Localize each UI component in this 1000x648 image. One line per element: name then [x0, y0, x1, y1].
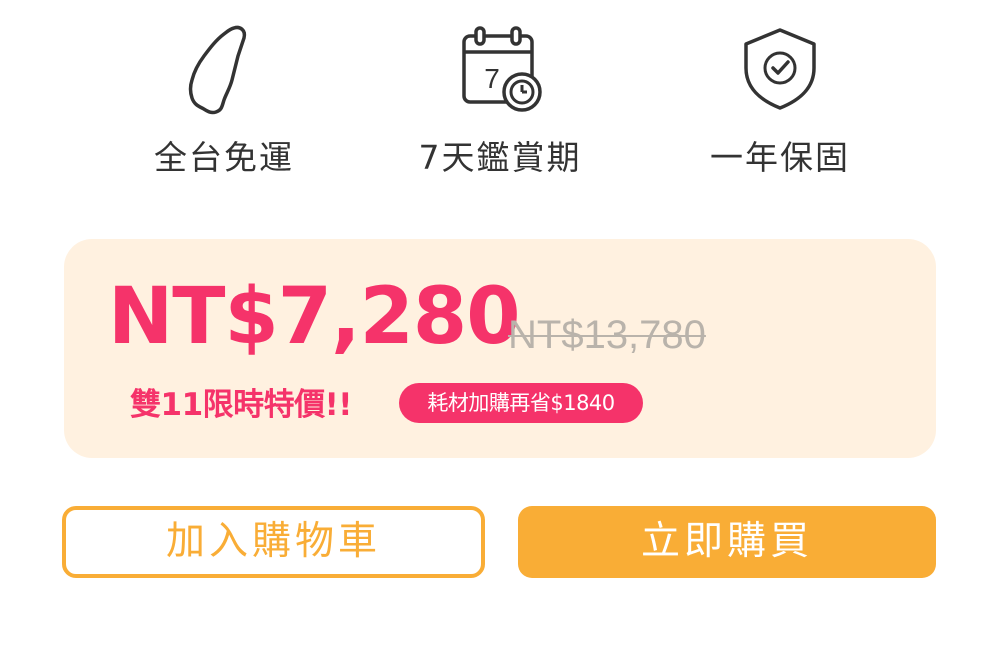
- feature-label: 一年保固: [710, 138, 850, 177]
- price-card: NT$7,280 NT$13,780 雙11限時特價!! 耗材加購再省$1840: [64, 239, 936, 458]
- promo-text: 雙11限時特價!!: [130, 387, 352, 423]
- buy-now-button[interactable]: 立即購買: [518, 506, 936, 578]
- feature-free-shipping: 全台免運: [104, 22, 344, 192]
- current-price: NT$7,280: [108, 272, 520, 362]
- product-purchase-panel: 全台免運 7 7天鑑賞期 一年保固 NT$7,280 NT$13,780 雙11…: [0, 0, 1000, 648]
- feature-highlights: 全台免運 7 7天鑑賞期 一年保固: [0, 0, 1000, 200]
- original-price: NT$13,780: [508, 313, 706, 357]
- shield-check-icon: [660, 22, 900, 118]
- calendar-clock-icon: 7: [380, 22, 620, 118]
- taiwan-map-icon: [104, 22, 344, 118]
- feature-label: 7天鑑賞期: [418, 138, 582, 177]
- promo-badge: 耗材加購再省$1840: [399, 383, 643, 423]
- calendar-day-text: 7: [484, 63, 500, 94]
- add-to-cart-button[interactable]: 加入購物車: [62, 506, 485, 578]
- feature-warranty: 一年保固: [660, 22, 900, 192]
- feature-return-period: 7 7天鑑賞期: [380, 22, 620, 192]
- feature-label: 全台免運: [154, 138, 294, 177]
